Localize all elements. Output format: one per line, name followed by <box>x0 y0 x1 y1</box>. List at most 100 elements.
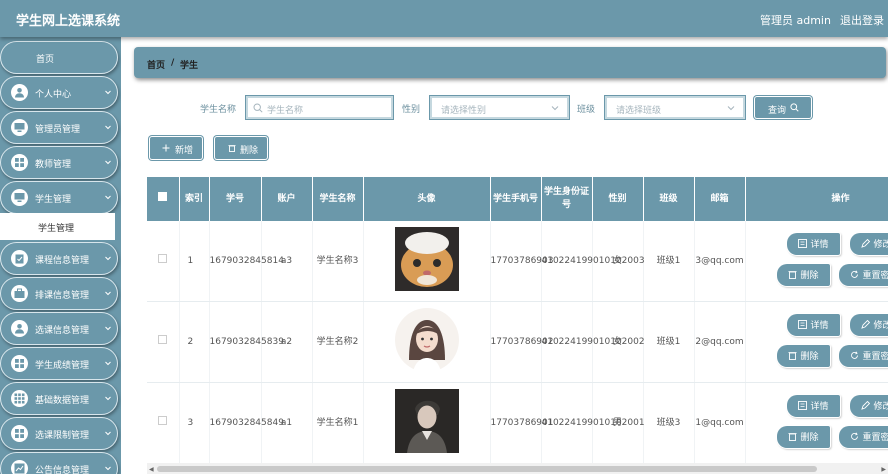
query-button[interactable]: 查询 <box>755 97 811 118</box>
monitor-icon <box>11 189 28 206</box>
sidebar-item-9[interactable]: 基础数据管理 <box>0 382 118 415</box>
trash-icon <box>788 352 796 360</box>
select-cell <box>147 221 180 302</box>
index-cell: 2 <box>179 301 210 383</box>
scroll-right-icon[interactable]: ▶ <box>881 466 886 473</box>
add-button-label: 新增 <box>174 146 193 156</box>
detail-button[interactable]: 详情 <box>786 233 840 255</box>
detail-icon <box>797 239 807 248</box>
student-name-label: 学生名称 <box>200 105 237 115</box>
sidebar-item-7[interactable]: 选课信息管理 <box>0 312 118 345</box>
edit-button-label: 修改 <box>873 321 888 331</box>
phone-cell: 17703786902 <box>490 301 554 383</box>
edit-icon <box>860 239 870 248</box>
select-cell <box>147 382 180 463</box>
gender-label: 性别 <box>402 105 421 115</box>
search-icon <box>790 103 799 112</box>
class-cell: 班级1 <box>643 221 695 302</box>
student-name-input[interactable]: 学生名称 <box>245 95 394 120</box>
detail-button-label: 详情 <box>810 402 829 412</box>
sidebar-item-label: 公告信息管理 <box>35 466 90 474</box>
delete-button[interactable]: 删除 <box>776 264 830 286</box>
reset-button-label: 重置密码 <box>862 352 888 362</box>
row-checkbox[interactable] <box>158 254 168 263</box>
scroll-left-icon[interactable]: ◀ <box>149 466 154 473</box>
logout-link[interactable]: 退出登录 <box>840 12 884 28</box>
column-header-email: 邮箱 <box>694 177 746 221</box>
detail-button[interactable]: 详情 <box>786 395 840 417</box>
row-checkbox[interactable] <box>158 416 168 425</box>
grid-icon <box>11 355 28 372</box>
scrollbar-thumb[interactable] <box>157 466 817 472</box>
sidebar-item-11[interactable]: 公告信息管理 <box>0 452 118 474</box>
reset-button[interactable]: 重置密码 <box>838 345 888 367</box>
operations-cell: 详情 修改删除 重置密码 <box>745 221 888 302</box>
chevron-down-icon <box>105 326 111 331</box>
select-all-checkbox[interactable] <box>158 192 168 201</box>
column-header-gender: 性别 <box>592 177 644 221</box>
delete-button-label: 删除 <box>800 352 819 362</box>
delete-button[interactable]: 删除 <box>776 345 830 367</box>
chevron-down-icon <box>105 431 111 436</box>
batch-delete-button[interactable]: 删除 <box>215 137 267 159</box>
sidebar-item-8[interactable]: 学生成绩管理 <box>0 347 118 380</box>
edit-button[interactable]: 修改 <box>849 395 888 417</box>
student-name-placeholder: 学生名称 <box>267 106 304 116</box>
chevron-down-icon <box>551 106 559 111</box>
breadcrumb-home[interactable]: 首页 <box>147 58 165 71</box>
class-cell: 班级3 <box>643 382 695 463</box>
avatar-girl-image <box>394 307 459 372</box>
reset-icon <box>850 270 858 278</box>
avatar-man-image <box>394 388 459 453</box>
gender-placeholder: 请选择性别 <box>441 106 487 116</box>
avatar-cell <box>363 221 491 302</box>
sidebar-item-label: 选课限制管理 <box>35 431 90 441</box>
sidebar-item-label: 学生成绩管理 <box>35 361 90 371</box>
gender-select[interactable]: 请选择性别 <box>429 95 570 120</box>
chevron-down-icon <box>105 125 111 130</box>
phone-cell: 17703786901 <box>490 382 554 463</box>
sidebar-item-label: 基础数据管理 <box>35 396 90 406</box>
detail-button[interactable]: 详情 <box>786 314 840 336</box>
avatar-cell <box>363 382 491 463</box>
sidebar-item-1[interactable]: 个人中心 <box>0 76 118 109</box>
submenu-item-student-management[interactable]: 学生管理 <box>0 213 115 240</box>
column-header-account: 账户 <box>261 177 313 221</box>
edit-button[interactable]: 修改 <box>849 314 888 336</box>
class-select[interactable]: 请选择班级 <box>604 95 746 120</box>
chevron-down-icon <box>105 466 111 471</box>
index-cell: 1 <box>179 221 210 302</box>
sidebar-item-6[interactable]: 排课信息管理 <box>0 277 118 310</box>
column-header-id-card: 学生身份证号 <box>541 177 593 221</box>
sidebar-item-4[interactable]: 学生管理 <box>0 181 118 214</box>
submenu-item-label: 学生管理 <box>38 224 75 234</box>
sidebar-item-10[interactable]: 选课限制管理 <box>0 417 118 450</box>
delete-button[interactable]: 删除 <box>776 426 830 448</box>
detail-button-label: 详情 <box>810 240 829 250</box>
student-table: 索引 学号 账户 学生名称 头像 学生手机号 学生身份证号 性别 班级 邮箱 操作 1 1679032… <box>147 177 888 463</box>
edit-button[interactable]: 修改 <box>849 233 888 255</box>
student-no-cell: 1679032845814 <box>209 221 284 302</box>
grid-icon <box>11 425 28 442</box>
operations-cell: 详情 修改删除 重置密码 <box>745 301 888 383</box>
chart-icon <box>11 460 28 474</box>
trash-icon <box>788 271 796 279</box>
add-button[interactable]: 新增 <box>150 137 202 159</box>
sidebar-item-2[interactable]: 管理员管理 <box>0 111 118 144</box>
class-placeholder: 请选择班级 <box>616 106 662 116</box>
column-header-student-no: 学号 <box>209 177 262 221</box>
column-header-select-all[interactable] <box>147 177 180 221</box>
reset-button[interactable]: 重置密码 <box>838 426 888 448</box>
sidebar-item-3[interactable]: 教师管理 <box>0 146 118 179</box>
table-row: 1 1679032845814 a3 学生名称3 17703786903 41022419… <box>147 221 888 302</box>
row-checkbox[interactable] <box>158 335 168 344</box>
apps-icon <box>11 390 28 407</box>
horizontal-scrollbar[interactable]: ◀ ▶ <box>147 463 888 474</box>
sidebar-item-5[interactable]: 课程信息管理 <box>0 242 118 275</box>
phone-cell: 17703786903 <box>490 221 554 302</box>
reset-button[interactable]: 重置密码 <box>838 264 888 286</box>
sidebar-item-home[interactable]: 首页 <box>0 41 118 74</box>
id-card-cell: 410224199010102003 <box>541 221 645 302</box>
column-header-student-name: 学生名称 <box>312 177 364 221</box>
column-header-index: 索引 <box>179 177 210 221</box>
